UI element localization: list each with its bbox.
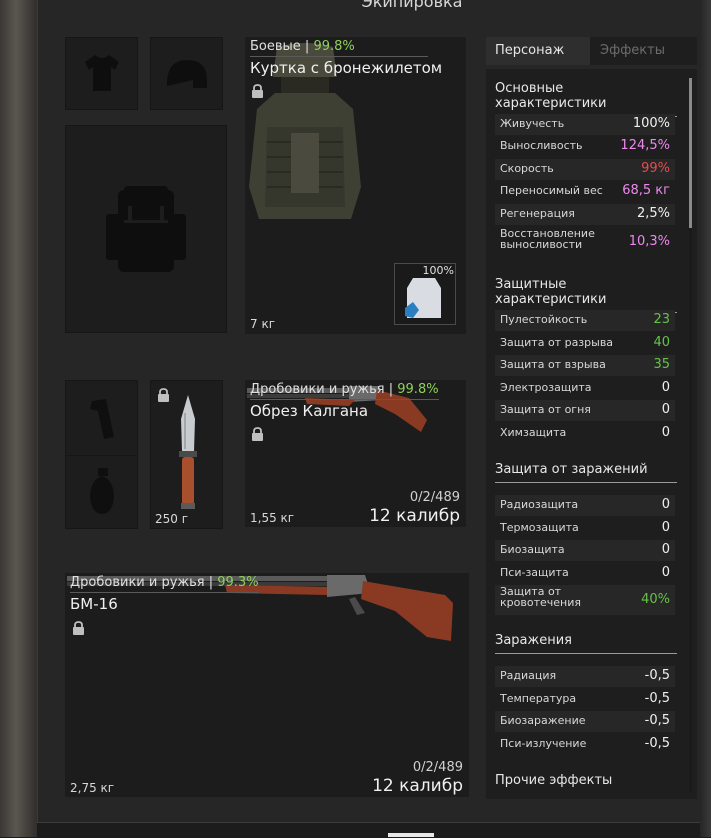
armor-name: Куртка с бронежилетом: [250, 59, 443, 77]
stats-scrollbar-thumb[interactable]: [689, 78, 692, 228]
slot-grenade[interactable]: [65, 455, 138, 529]
weapon2-card[interactable]: Дробовики и ружья | 99.3% БМ-16 0/2/489 …: [65, 573, 469, 797]
armor-weight: 7 кг: [250, 317, 276, 331]
section-infections-title: Заражения: [495, 633, 677, 654]
section-protection-title: Защитные характеристики: [495, 277, 677, 313]
knife-weight: 250 г: [155, 512, 189, 526]
lock-icon: [252, 427, 263, 441]
section-contamination-title: Защита от заражений: [495, 462, 677, 483]
armor-category: Боевые | 99.8%: [250, 39, 428, 57]
weapon2-ammo: 0/2/489: [412, 760, 463, 775]
armor-durability: 99.8%: [313, 39, 355, 54]
grenade-icon: [90, 468, 114, 514]
lock-icon: [252, 84, 263, 98]
section-other-title: Прочие эффекты: [495, 773, 613, 788]
flashlight-icon: [90, 399, 114, 439]
slot-knife[interactable]: 250 г: [150, 380, 223, 529]
stat-row: Восстановление выносливости 10,3%: [495, 227, 675, 257]
background-right: [700, 0, 711, 837]
lock-icon: [73, 621, 84, 635]
weapon2-durability: 99.3%: [217, 575, 259, 590]
stat-row: Пулестойкость 23: [495, 310, 675, 331]
knife-icon: [179, 395, 197, 509]
lock-icon: [158, 388, 169, 402]
tab-effects[interactable]: Эффекты: [591, 37, 665, 65]
backpack-icon: [106, 186, 186, 272]
stat-row: Переносимый вес 68,5 кг: [495, 181, 675, 202]
stat-row: Защита от разрыва 40: [495, 333, 675, 354]
container-image: [405, 278, 441, 318]
stat-row: Защита от огня 0: [495, 400, 675, 421]
weapon1-name: Обрез Калгана: [250, 402, 369, 420]
stat-row: Регенерация 2,5%: [495, 204, 675, 225]
stat-row: Защита от кровотечения 40%: [495, 585, 675, 615]
stat-row: Скорость 99%: [495, 159, 675, 180]
stat-row: Радиация -0,5: [495, 666, 675, 687]
slot-flashlight[interactable]: [65, 380, 138, 456]
weapon1-weight: 1,55 кг: [250, 511, 295, 525]
stat-row: Пси-защита 0: [495, 563, 675, 584]
shirt-icon: [85, 55, 119, 91]
bottom-tab-indicator[interactable]: [388, 833, 434, 837]
stat-row: Защита от взрыва 35: [495, 355, 675, 376]
weapon2-weight: 2,75 кг: [70, 781, 115, 795]
stat-row: Химзащита 0: [495, 423, 675, 444]
container-slot[interactable]: 100%: [394, 263, 456, 325]
stat-row: Выносливость 124,5%: [495, 136, 675, 157]
slot-backpack[interactable]: [65, 125, 227, 333]
stats-panel: Основные характеристики Живучесть 100% Вы…: [486, 69, 697, 799]
armor-card[interactable]: Боевые | 99.8% Куртка с бронежилетом 100…: [245, 37, 466, 334]
stat-row: Температура -0,5: [495, 689, 675, 710]
stat-row: Биозащита 0: [495, 540, 675, 561]
background-left: [0, 0, 40, 837]
stat-row: Термозащита 0: [495, 518, 675, 539]
tab-character[interactable]: Персонаж: [486, 37, 590, 65]
weapon2-caliber: 12 калибр: [372, 776, 463, 796]
weapon1-durability: 99.8%: [397, 382, 439, 397]
slot-helmet[interactable]: [150, 37, 223, 110]
weapon1-category: Дробовики и ружья | 99.8%: [250, 382, 439, 400]
stat-row: Радиозащита 0: [495, 495, 675, 516]
weapon2-category: Дробовики и ружья | 99.3%: [70, 575, 259, 593]
stat-row: Электрозащита 0: [495, 378, 675, 399]
stats-tabs: Персонаж Эффекты: [486, 37, 697, 65]
stat-row: Живучесть 100%: [495, 114, 675, 135]
helmet-icon: [167, 60, 207, 88]
slot-shirt[interactable]: [65, 37, 138, 110]
bottom-bar: [37, 822, 700, 838]
weapon1-ammo: 0/2/489: [409, 490, 460, 505]
window-title: Экипировка: [361, 0, 463, 11]
stat-row: Пси-излучение -0,5: [495, 734, 675, 755]
stat-row: Биозаражение -0,5: [495, 711, 675, 732]
section-main-title: Основные характеристики: [495, 81, 677, 117]
weapon1-caliber: 12 калибр: [369, 506, 460, 526]
weapon2-name: БМ-16: [70, 595, 118, 613]
weapon1-card[interactable]: Дробовики и ружья | 99.8% Обрез Калгана …: [245, 380, 466, 527]
